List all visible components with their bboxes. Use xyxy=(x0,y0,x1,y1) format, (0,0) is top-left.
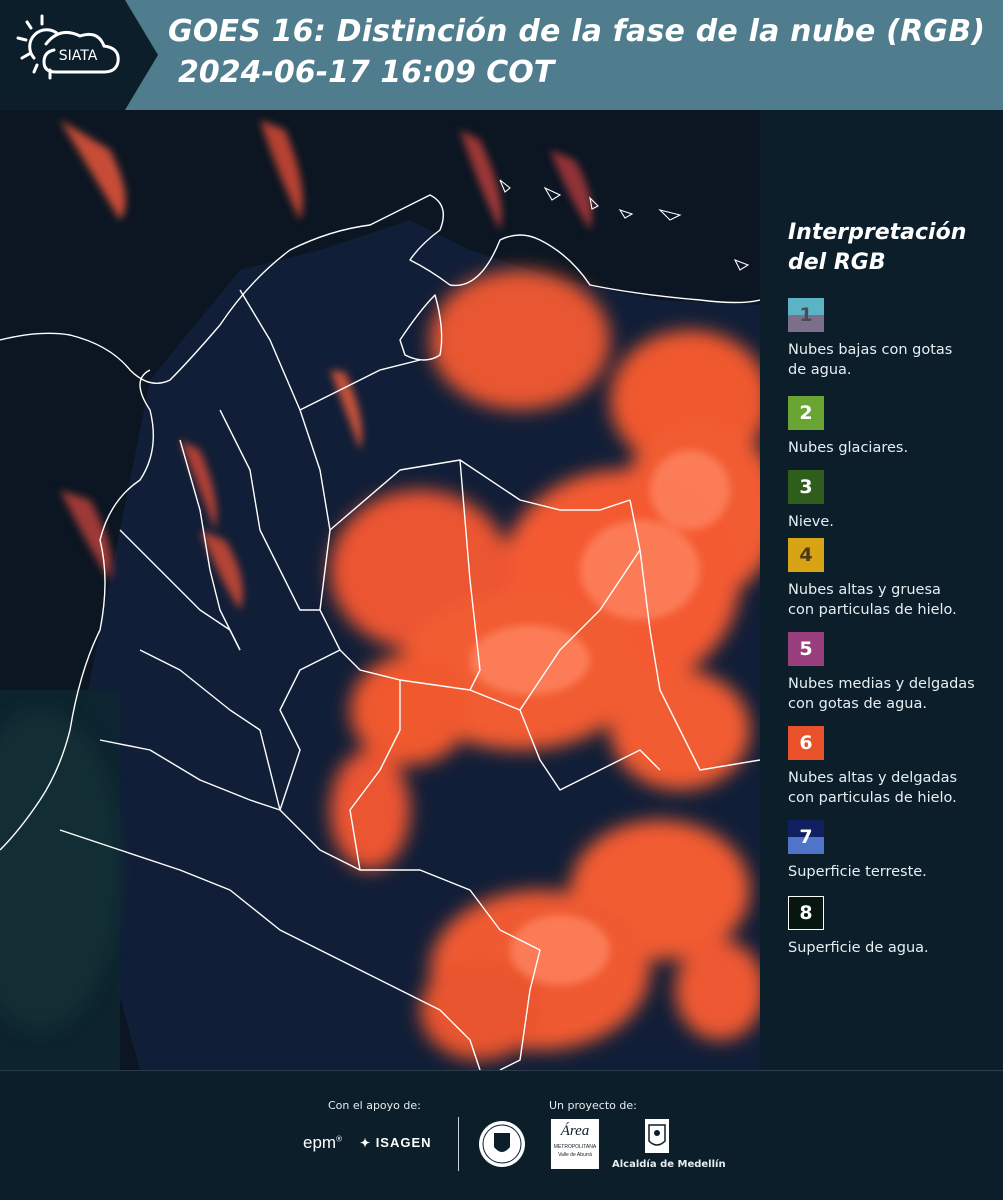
isagen-icon: ✦ xyxy=(360,1136,372,1150)
legend-item-1: 1 Nubes bajas con gotas de agua. xyxy=(788,298,998,380)
legend-panel: Interpretación del RGB 1 Nubes bajas con… xyxy=(760,110,1003,1070)
legend-item-4: 4 Nubes altas y gruesa con particulas de… xyxy=(788,538,998,620)
alcaldia-label: Alcaldía de Medellín xyxy=(612,1159,726,1170)
legend-num-2: 2 xyxy=(799,402,813,424)
legend-desc-6: Nubes altas y delgadas con particulas de… xyxy=(788,770,958,806)
legend-swatch-6: 6 xyxy=(788,726,824,760)
footer-divider xyxy=(458,1117,459,1171)
legend-item-8: 8 Superficie de agua. xyxy=(788,896,998,958)
legend-desc-3: Nieve. xyxy=(788,514,834,530)
legend-title-line2: del RGB xyxy=(788,250,886,275)
footer: Con el apoyo de: Un proyecto de: epm® ✦ … xyxy=(0,1070,1003,1200)
legend-title-line1: Interpretación xyxy=(788,220,967,245)
support-label: Con el apoyo de: xyxy=(328,1099,421,1112)
legend-desc-4: Nubes altas y gruesa con particulas de h… xyxy=(788,582,957,618)
alcaldia-crest-icon xyxy=(645,1119,669,1153)
page-timestamp: 2024-06-17 16:09 COT xyxy=(178,55,555,90)
legend-swatch-5: 5 xyxy=(788,632,824,666)
area-metropolitana-logo: Área METROPOLITANA Valle de Aburrá xyxy=(551,1119,599,1169)
legend-swatch-2: 2 xyxy=(788,396,824,430)
epm-logo: epm® xyxy=(303,1133,342,1152)
legend-num-4: 4 xyxy=(799,544,813,566)
legend-swatch-3: 3 xyxy=(788,470,824,504)
legend-num-1: 1 xyxy=(799,304,813,326)
header: SIATA GOES 16: Distinción de la fase de … xyxy=(0,0,1003,110)
legend-item-2: 2 Nubes glaciares. xyxy=(788,396,998,458)
isagen-logo: ✦ ISAGEN xyxy=(360,1135,432,1150)
legend-num-6: 6 xyxy=(799,732,813,754)
legend-desc-2: Nubes glaciares. xyxy=(788,440,909,456)
legend-num-3: 3 xyxy=(799,476,813,498)
legend-swatch-1: 1 xyxy=(788,298,824,332)
legend-swatch-4: 4 xyxy=(788,538,824,572)
page-title: GOES 16: Distinción de la fase de la nub… xyxy=(168,14,986,49)
legend-desc-5: Nubes medias y delgadas con gotas de agu… xyxy=(788,676,975,712)
project-label: Un proyecto de: xyxy=(549,1099,637,1112)
legend-title: Interpretación del RGB xyxy=(788,218,988,278)
legend-num-7: 7 xyxy=(799,826,813,848)
legend-desc-8: Superficie de agua. xyxy=(788,940,929,956)
legend-swatch-8: 8 xyxy=(788,896,824,930)
legend-item-6: 6 Nubes altas y delgadas con particulas … xyxy=(788,726,998,808)
legend-desc-7: Superficie terreste. xyxy=(788,864,927,880)
siata-logo-block: SIATA xyxy=(0,0,158,110)
legend-swatch-7: 7 xyxy=(788,820,824,854)
legend-item-5: 5 Nubes medias y delgadas con gotas de a… xyxy=(788,632,998,714)
siata-logo-text: SIATA xyxy=(59,48,98,64)
legend-num-8: 8 xyxy=(799,902,813,924)
legend-num-5: 5 xyxy=(799,638,813,660)
legend-item-3: 3 Nieve. xyxy=(788,470,998,532)
medellin-seal-icon xyxy=(479,1121,525,1167)
satellite-map xyxy=(0,110,760,1070)
legend-desc-1: Nubes bajas con gotas de agua. xyxy=(788,342,953,378)
legend-item-7: 7 Superficie terreste. xyxy=(788,820,998,882)
